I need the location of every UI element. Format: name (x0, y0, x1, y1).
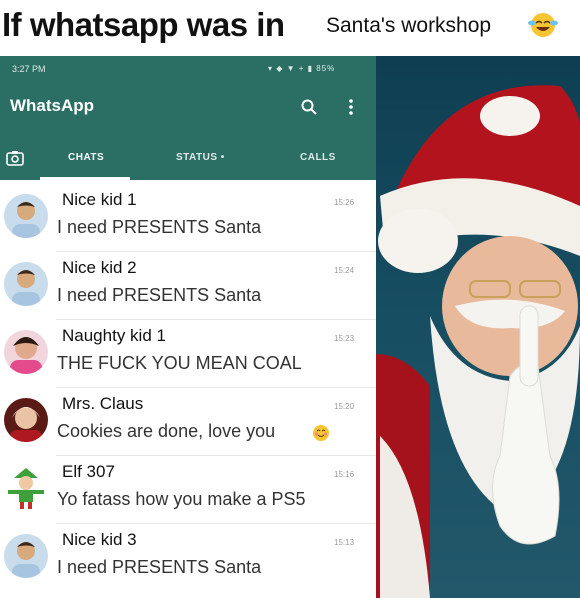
chat-message: I need PRESENTS Santa (57, 285, 262, 305)
chat-message: I need PRESENTS Santa (57, 557, 262, 577)
chat-name: Naughty kid 1 (62, 326, 166, 345)
chat-time: 15:13 (334, 538, 355, 547)
app-title: WhatsApp (10, 96, 95, 115)
status-time: 3:27 PM (12, 64, 46, 74)
chat-message: Yo fatass how you make a PS5 (57, 489, 306, 509)
mrs-claus-avatar (4, 398, 48, 442)
boy-avatar (4, 194, 48, 238)
elf-avatar (4, 466, 48, 510)
chat-time: 15:23 (334, 334, 355, 343)
chat-time: 15:24 (334, 266, 355, 275)
more-options-icon[interactable] (346, 98, 356, 116)
chat-name: Mrs. Claus (62, 394, 144, 413)
santa-photo (360, 56, 580, 598)
chat-row[interactable]: Nice kid 3 I need PRESENTS Santa 15:13 (0, 524, 376, 592)
caption-title: If whatsapp was in (2, 6, 285, 43)
active-tab-indicator (40, 177, 130, 180)
angry-girl-avatar (4, 330, 48, 374)
tab-calls[interactable]: CALLS (300, 152, 336, 163)
whatsapp-screen: 3:27 PM ▾ ◆ ▼ + ▮ 85% WhatsApp CHATS STA… (0, 56, 376, 598)
chat-time: 15:16 (334, 470, 355, 479)
chat-name: Nice kid 3 (62, 530, 137, 549)
chat-row[interactable]: Nice kid 2 I need PRESENTS Santa 15:24 (0, 252, 376, 320)
boy-avatar (4, 534, 48, 578)
caption-subtitle: Santa's workshop (326, 14, 492, 37)
chat-time: 15:20 (334, 402, 355, 411)
blushing-emoji-icon (313, 425, 329, 441)
chat-row[interactable]: Naughty kid 1 THE FUCK YOU MEAN COAL 15:… (0, 320, 376, 388)
search-icon[interactable] (300, 98, 318, 116)
status-icons: ▾ ◆ ▼ + ▮ 85% (268, 64, 336, 73)
chat-name: Nice kid 1 (62, 190, 137, 209)
chat-row[interactable]: Mrs. Claus Cookies are done, love you 15… (0, 388, 376, 456)
chat-row[interactable]: Nice kid 1 I need PRESENTS Santa 15:26 (0, 184, 376, 252)
tab-bar: CHATS STATUS • CALLS (0, 140, 376, 180)
chat-name: Nice kid 2 (62, 258, 137, 277)
tab-chats[interactable]: CHATS (68, 152, 104, 163)
santa-image (360, 85, 580, 598)
chat-message: Cookies are done, love you (57, 421, 276, 441)
boy-avatar (4, 262, 48, 306)
chat-row[interactable]: Elf 307 Yo fatass how you make a PS5 15:… (0, 456, 376, 524)
chat-message: THE FUCK YOU MEAN COAL (57, 353, 302, 373)
meme-caption: If whatsapp was in Santa's workshop (0, 0, 580, 56)
camera-icon[interactable] (6, 150, 24, 166)
chat-name: Elf 307 (62, 462, 115, 481)
chat-message: I need PRESENTS Santa (57, 217, 262, 237)
chat-time: 15:26 (334, 198, 355, 207)
tab-status[interactable]: STATUS • (176, 152, 225, 163)
app-header: 3:27 PM ▾ ◆ ▼ + ▮ 85% WhatsApp CHATS STA… (0, 56, 376, 180)
laughing-emoji-icon (528, 13, 558, 37)
